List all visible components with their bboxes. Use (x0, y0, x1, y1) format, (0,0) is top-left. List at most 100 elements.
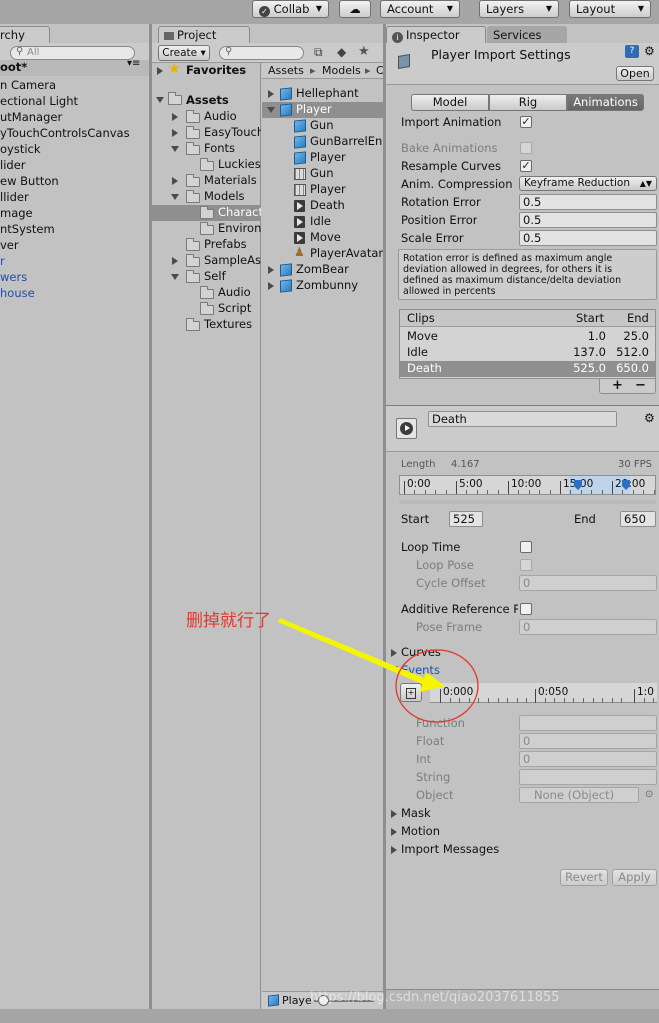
folder-item[interactable]: EasyTouch (204, 125, 261, 139)
position-error-input[interactable]: 0.5 (519, 212, 657, 228)
additive-reference-checkbox[interactable] (520, 603, 532, 615)
asset-item[interactable]: Gun (310, 118, 383, 132)
asset-item[interactable]: Hellephant (296, 86, 383, 100)
folder-item[interactable]: Models (204, 189, 261, 203)
panel-splitter[interactable] (383, 24, 386, 1009)
cloud-button[interactable]: ☁ (339, 0, 371, 18)
collapse-arrow-icon[interactable] (156, 97, 164, 103)
asset-item[interactable]: Player (296, 102, 383, 116)
apply-button[interactable]: Apply (612, 869, 657, 886)
collapse-arrow-icon[interactable] (171, 274, 179, 280)
hierarchy-item[interactable]: mage (0, 206, 149, 220)
expand-arrow-icon[interactable] (268, 90, 274, 98)
tab-project[interactable]: Project (158, 26, 250, 43)
clip-play-button[interactable] (396, 418, 417, 439)
project-search-input[interactable]: ⚲ (219, 46, 304, 60)
tab-services[interactable]: Services (487, 26, 567, 43)
menu-icon[interactable]: ▾≡ (127, 58, 140, 69)
expand-arrow-icon[interactable] (172, 113, 178, 121)
start-input[interactable]: 525 (449, 511, 483, 527)
hierarchy-item[interactable]: oystick (0, 142, 149, 156)
help-book-icon[interactable]: ? (625, 45, 639, 58)
clip-name-input[interactable]: Death (428, 411, 617, 427)
hierarchy-item[interactable]: ectional Light (0, 94, 149, 108)
expand-arrow-icon[interactable] (172, 129, 178, 137)
layers-button[interactable]: Layers ▼ (479, 0, 559, 18)
folder-item[interactable]: Prefabs (204, 237, 261, 251)
asset-item[interactable]: Idle (310, 214, 383, 228)
events-timeline[interactable]: 0:000 0:050 1:0 (430, 683, 657, 703)
tab-animations[interactable]: Animations (567, 94, 644, 111)
asset-item[interactable]: Zombunny (296, 278, 383, 292)
folder-item[interactable]: Textures (204, 317, 261, 331)
create-button[interactable]: Create ▾ (158, 45, 210, 61)
expand-arrow-icon[interactable] (172, 257, 178, 265)
folder-item[interactable]: Fonts (204, 141, 261, 155)
collapse-arrow-icon[interactable] (267, 107, 275, 113)
filter-type-icon[interactable]: ⧉ (314, 45, 323, 60)
remove-clip-button[interactable]: − (635, 378, 646, 393)
timeline-scrollbar[interactable] (399, 500, 656, 504)
gear-icon[interactable]: ⚙ (644, 44, 655, 58)
asset-item[interactable]: Player (310, 150, 383, 164)
expand-arrow-icon[interactable] (157, 67, 163, 75)
favorites-label[interactable]: Favorites (186, 63, 246, 77)
gear-icon[interactable]: ⚙ (644, 411, 655, 425)
scene-header[interactable]: oot* ▾≡ (0, 58, 149, 76)
folder-item[interactable]: Luckiest (218, 157, 261, 171)
expand-arrow-icon[interactable] (172, 177, 178, 185)
asset-item[interactable]: Move (310, 230, 383, 244)
import-messages-foldout[interactable]: Import Messages (401, 842, 499, 856)
collapse-arrow-icon[interactable] (171, 146, 179, 152)
hierarchy-item[interactable]: n Camera (0, 78, 149, 92)
hierarchy-search-input[interactable]: ⚲ All (10, 46, 135, 60)
folder-item[interactable]: Audio (218, 285, 261, 299)
motion-foldout[interactable]: Motion (401, 824, 440, 838)
hierarchy-item[interactable]: house (0, 286, 149, 300)
folder-item[interactable]: Materials (204, 173, 261, 187)
add-event-button[interactable]: + (400, 683, 422, 702)
clip-row[interactable]: Death 525.0 650.0 (400, 361, 655, 377)
panel-splitter[interactable] (149, 24, 152, 1009)
hierarchy-item[interactable]: wers (0, 270, 149, 284)
tab-inspector[interactable]: i Inspector (386, 26, 486, 43)
label-icon[interactable]: ◆ (337, 45, 346, 59)
expand-arrow-icon[interactable] (268, 282, 274, 290)
asset-item[interactable]: Player (310, 182, 383, 196)
folder-item[interactable]: SampleAss (204, 253, 261, 267)
hierarchy-item[interactable]: lider (0, 158, 149, 172)
events-foldout[interactable]: Events (401, 663, 440, 677)
resample-curves-checkbox[interactable]: ✓ (520, 160, 532, 172)
asset-item[interactable]: ZomBear (296, 262, 383, 276)
tab-rig[interactable]: Rig (489, 94, 567, 111)
folder-item[interactable]: Environn (218, 221, 261, 235)
assets-label[interactable]: Assets (186, 93, 229, 107)
tab-model[interactable]: Model (411, 94, 489, 111)
breadcrumb-assets[interactable]: Assets (268, 64, 304, 77)
scale-error-input[interactable]: 0.5 (519, 230, 657, 246)
clip-timeline[interactable]: 0:005:0010:0015:0020:00 (399, 475, 656, 495)
clip-row[interactable]: Move 1.0 25.0 (400, 329, 655, 345)
layout-button[interactable]: Layout ▼ (569, 0, 651, 18)
expand-arrow-icon[interactable] (268, 266, 274, 274)
hierarchy-item[interactable]: utManager (0, 110, 149, 124)
folder-item[interactable]: Characte (218, 205, 261, 219)
expand-arrow-icon[interactable] (391, 846, 397, 854)
expand-arrow-icon[interactable] (391, 649, 397, 657)
asset-item[interactable]: Gun (310, 166, 383, 180)
hierarchy-item[interactable]: ew Button (0, 174, 149, 188)
end-input[interactable]: 650 (620, 511, 656, 527)
import-animation-checkbox[interactable]: ✓ (520, 116, 532, 128)
add-clip-button[interactable]: + (612, 378, 623, 393)
breadcrumb-models[interactable]: Models (322, 64, 361, 77)
hierarchy-item[interactable]: r (0, 254, 149, 268)
clip-row[interactable]: Idle 137.0 512.0 (400, 345, 655, 361)
curves-foldout[interactable]: Curves (401, 645, 441, 659)
hierarchy-item[interactable]: yTouchControlsCanvas (0, 126, 149, 140)
folder-item[interactable]: Self (204, 269, 261, 283)
rotation-error-input[interactable]: 0.5 (519, 194, 657, 210)
asset-item[interactable]: Death (310, 198, 383, 212)
open-button[interactable]: Open (616, 66, 654, 81)
collapse-arrow-icon[interactable] (390, 666, 398, 672)
collab-button[interactable]: ✓ Collab ▼ (252, 0, 329, 18)
